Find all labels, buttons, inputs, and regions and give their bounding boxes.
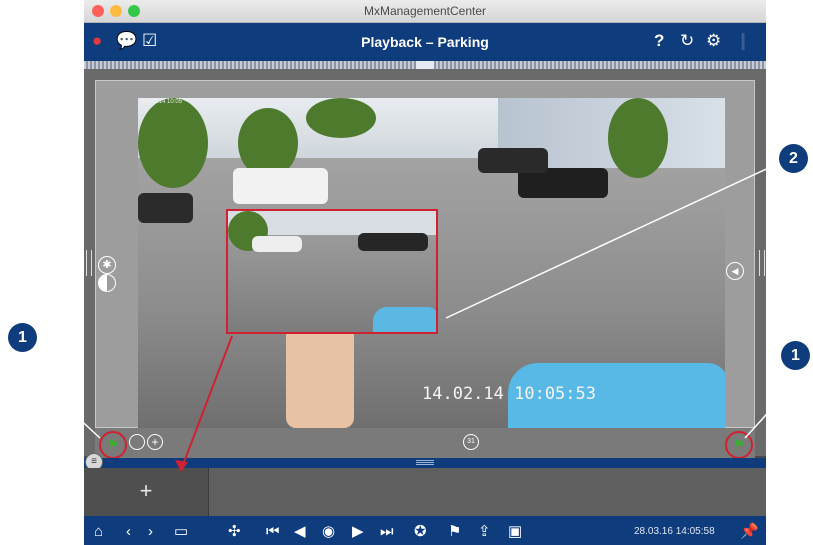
callout-lines	[21, 157, 796, 472]
callout-badge-2: 2	[779, 144, 808, 173]
callout-badge-1-right: 1	[781, 341, 810, 370]
callout-badge-1: 1	[8, 323, 37, 352]
